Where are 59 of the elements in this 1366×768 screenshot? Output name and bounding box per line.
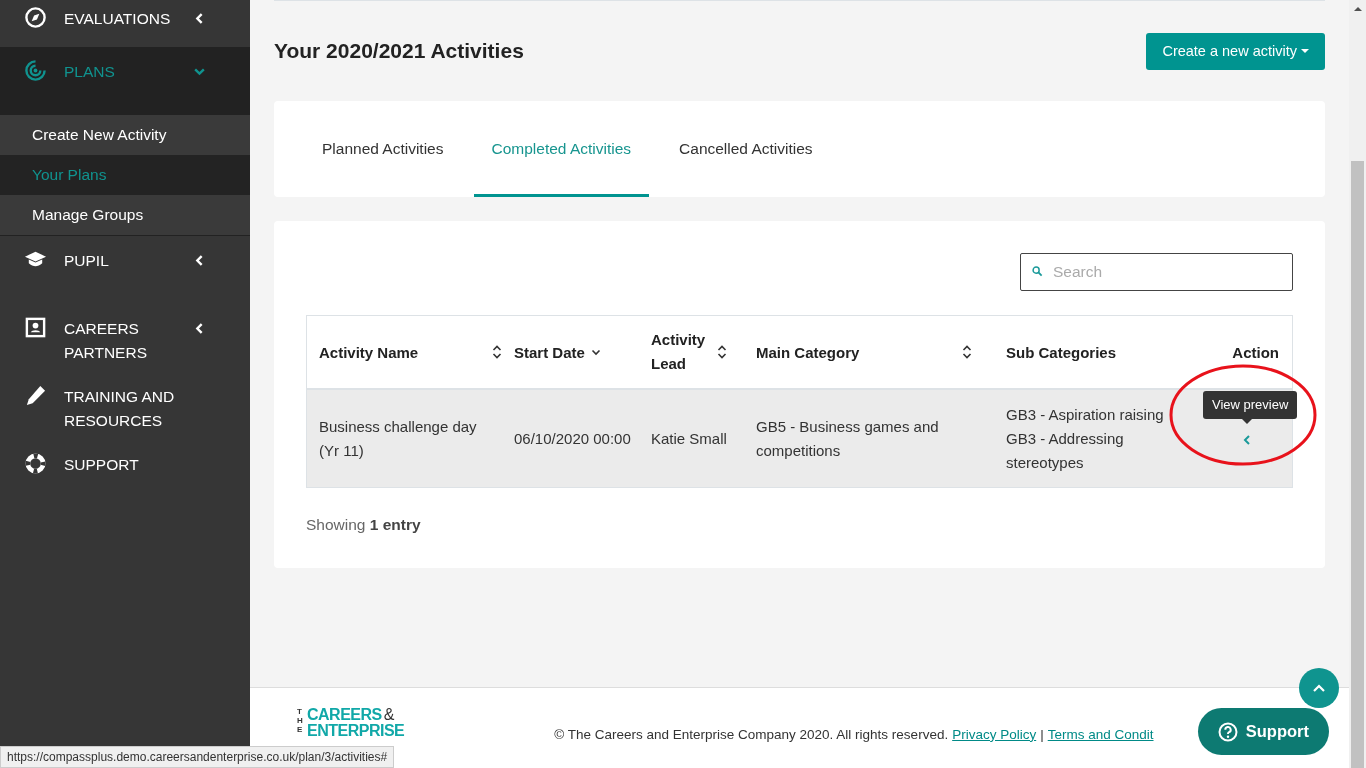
table-cell-text: GB3 - Addressing stereotypes bbox=[1006, 428, 1125, 473]
help-icon bbox=[1217, 721, 1238, 742]
column-header[interactable]: Action bbox=[1232, 343, 1279, 361]
pencil-icon bbox=[24, 384, 47, 407]
nav-item[interactable]: TRAINING AND RESOURCES bbox=[0, 372, 250, 440]
column-header[interactable]: Start Date bbox=[514, 343, 585, 361]
nav-label: CAREERS PARTNERS bbox=[64, 319, 148, 363]
search-field[interactable]: Search bbox=[1020, 253, 1293, 291]
scrollbar[interactable] bbox=[1349, 0, 1366, 768]
lifebuoy-icon bbox=[24, 452, 47, 475]
nav-item[interactable]: CAREERS PARTNERS bbox=[0, 304, 250, 372]
scroll-top-button[interactable] bbox=[1299, 668, 1339, 708]
link-separator: | bbox=[1040, 726, 1044, 742]
tooltip: View preview bbox=[1203, 391, 1298, 419]
support-button[interactable]: Support bbox=[1197, 708, 1329, 755]
nav-item[interactable]: EVALUATIONS bbox=[0, 0, 250, 47]
submenu-item[interactable]: Create New Activity bbox=[0, 115, 250, 155]
table-cell-text: GB3 - Aspiration raising bbox=[1006, 404, 1164, 425]
scroll-up-icon[interactable] bbox=[1353, 6, 1362, 11]
sort-icon[interactable] bbox=[717, 344, 727, 360]
nav-item[interactable]: PUPIL bbox=[0, 236, 250, 304]
compass-icon bbox=[24, 6, 47, 29]
tab[interactable]: Planned Activities bbox=[304, 101, 462, 197]
tooltip-arrow bbox=[1242, 419, 1252, 424]
nav-item[interactable]: PLANS bbox=[0, 47, 250, 115]
sort-icon[interactable] bbox=[492, 344, 502, 360]
table-cell-text: GB5 - Business games and competitions bbox=[756, 416, 940, 461]
table-cell-text: Business challenge day (Yr 11) bbox=[319, 416, 478, 461]
scrollbar-thumb[interactable] bbox=[1351, 161, 1364, 768]
nav-label: TRAINING AND RESOURCES bbox=[64, 387, 176, 431]
privacy-link[interactable]: Privacy Policy bbox=[952, 726, 1037, 742]
column-header[interactable]: Main Category bbox=[756, 343, 956, 361]
column-header[interactable]: Sub Categories bbox=[1006, 343, 1117, 361]
chevron-left-icon[interactable] bbox=[1242, 434, 1252, 446]
nav-label: EVALUATIONS bbox=[64, 9, 172, 29]
table-cell-text: 06/10/2020 00:00 bbox=[514, 428, 632, 449]
nav-item[interactable]: SUPPORT bbox=[0, 440, 250, 508]
copyright-text: © The Careers and Enterprise Company 2020. All rights reserved. bbox=[554, 726, 949, 742]
submenu-item[interactable]: Your Plans bbox=[0, 155, 250, 195]
page-title: Your 2020/2021 Activities bbox=[274, 39, 524, 63]
sort-icon[interactable] bbox=[962, 344, 972, 360]
status-url: https://compassplus.demo.careersandenterprise.co.uk/plan/3/activities# bbox=[0, 746, 395, 768]
terms-link[interactable]: Terms and Condit bbox=[1047, 726, 1154, 742]
contact-card-icon bbox=[24, 316, 47, 339]
chevron-up-icon bbox=[1312, 683, 1326, 693]
column-header[interactable]: Activity Name bbox=[319, 343, 486, 361]
target-icon bbox=[24, 59, 47, 82]
nav-label: PLANS bbox=[64, 62, 116, 82]
column-header[interactable]: Activity Lead bbox=[651, 328, 711, 376]
entry-count: Showing 1 entry bbox=[306, 516, 422, 534]
caret-icon bbox=[1301, 48, 1309, 54]
table-cell-text: Katie Small bbox=[651, 428, 728, 449]
tab[interactable]: Completed Activities bbox=[473, 101, 650, 197]
tab[interactable]: Cancelled Activities bbox=[661, 101, 831, 197]
nav-label: PUPIL bbox=[64, 251, 110, 271]
nav-label: SUPPORT bbox=[64, 455, 140, 475]
submenu-item[interactable]: Manage Groups bbox=[0, 195, 250, 235]
search-icon bbox=[1032, 266, 1043, 277]
create-activity-button[interactable]: Create a new activity bbox=[1146, 32, 1325, 70]
